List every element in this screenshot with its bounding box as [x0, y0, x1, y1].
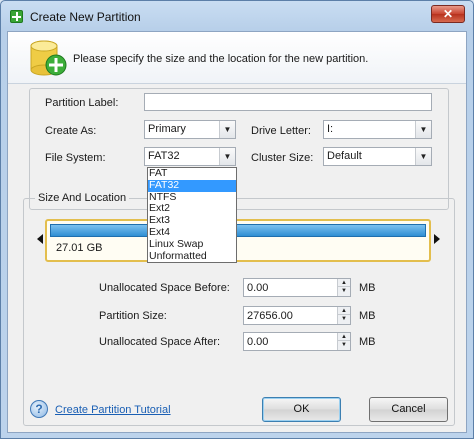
spin-down-icon[interactable]: ▼: [338, 287, 350, 295]
chevron-down-icon[interactable]: ▼: [415, 121, 431, 138]
resize-handle-left-icon[interactable]: [37, 234, 43, 244]
file-system-option[interactable]: Unformatted: [148, 250, 236, 263]
create-partition-window: Create New Partition ✕ Please specify th…: [0, 0, 474, 439]
unit-label: MB: [359, 282, 376, 294]
unallocated-after-label: Unallocated Space After:: [99, 336, 221, 348]
size-location-title: Size And Location: [35, 192, 130, 204]
partition-map-bar[interactable]: 27.01 GB: [45, 219, 431, 262]
unallocated-before-label: Unallocated Space Before:: [99, 282, 230, 294]
unit-label: MB: [359, 336, 376, 348]
file-system-dropdown-list: FAT FAT32 NTFS Ext2 Ext3 Ext4 Linux Swap Unform…: [147, 167, 237, 264]
header-band: Please specify the size and the location…: [8, 32, 466, 84]
stepper-buttons: ▲ ▼: [337, 307, 350, 324]
stepper-buttons: ▲ ▼: [337, 333, 350, 350]
close-button[interactable]: ✕: [431, 5, 465, 23]
ok-button[interactable]: OK: [262, 397, 341, 422]
drive-letter-value: I:: [327, 123, 334, 135]
spin-down-icon[interactable]: ▼: [338, 341, 350, 349]
stepper-buttons: ▲ ▼: [337, 279, 350, 296]
cluster-size-select[interactable]: Default ▼: [323, 147, 432, 166]
spin-up-icon[interactable]: ▲: [338, 333, 350, 341]
cluster-size-value: Default: [327, 150, 362, 162]
spin-up-icon[interactable]: ▲: [338, 307, 350, 315]
unallocated-after-stepper[interactable]: 0.00 ▲ ▼: [243, 332, 351, 351]
title-bar[interactable]: Create New Partition ✕: [1, 1, 473, 31]
chevron-down-icon[interactable]: ▼: [219, 121, 235, 138]
unallocated-before-stepper[interactable]: 0.00 ▲ ▼: [243, 278, 351, 297]
resize-handle-right-icon[interactable]: [434, 234, 440, 244]
partition-size-field-label: Partition Size:: [99, 310, 167, 322]
partition-fill: [50, 224, 426, 237]
file-system-label: File System:: [45, 152, 106, 164]
dialog-body: Please specify the size and the location…: [7, 31, 467, 433]
spin-up-icon[interactable]: ▲: [338, 279, 350, 287]
create-as-select[interactable]: Primary ▼: [144, 120, 236, 139]
tutorial-link[interactable]: Create Partition Tutorial: [55, 404, 171, 416]
unit-label: MB: [359, 310, 376, 322]
partition-label-input[interactable]: [144, 93, 432, 111]
help-icon[interactable]: ?: [30, 400, 48, 418]
partition-label-label: Partition Label:: [45, 97, 119, 109]
chevron-down-icon[interactable]: ▼: [219, 148, 235, 165]
create-as-label: Create As:: [45, 125, 97, 137]
app-icon: [10, 10, 23, 23]
chevron-down-icon[interactable]: ▼: [415, 148, 431, 165]
cancel-button[interactable]: Cancel: [369, 397, 448, 422]
unallocated-before-value: 0.00: [247, 282, 269, 294]
partition-size-stepper[interactable]: 27656.00 ▲ ▼: [243, 306, 351, 325]
drive-letter-label: Drive Letter:: [251, 125, 311, 137]
spin-down-icon[interactable]: ▼: [338, 315, 350, 323]
create-as-value: Primary: [148, 123, 186, 135]
window-title: Create New Partition: [30, 10, 141, 24]
file-system-option[interactable]: Linux Swap: [148, 238, 236, 251]
unallocated-after-value: 0.00: [247, 336, 269, 348]
header-instruction: Please specify the size and the location…: [73, 53, 369, 65]
file-system-option[interactable]: FAT32: [148, 179, 236, 192]
file-system-option[interactable]: Ext4: [148, 226, 236, 239]
partition-size-label: 27.01 GB: [56, 242, 103, 254]
drive-letter-select[interactable]: I: ▼: [323, 120, 432, 139]
partition-size-value: 27656.00: [247, 310, 293, 322]
file-system-value: FAT32: [148, 150, 180, 162]
cluster-size-label: Cluster Size:: [251, 152, 314, 164]
file-system-select[interactable]: FAT32 ▼: [144, 147, 236, 166]
disk-add-icon: [30, 40, 67, 76]
